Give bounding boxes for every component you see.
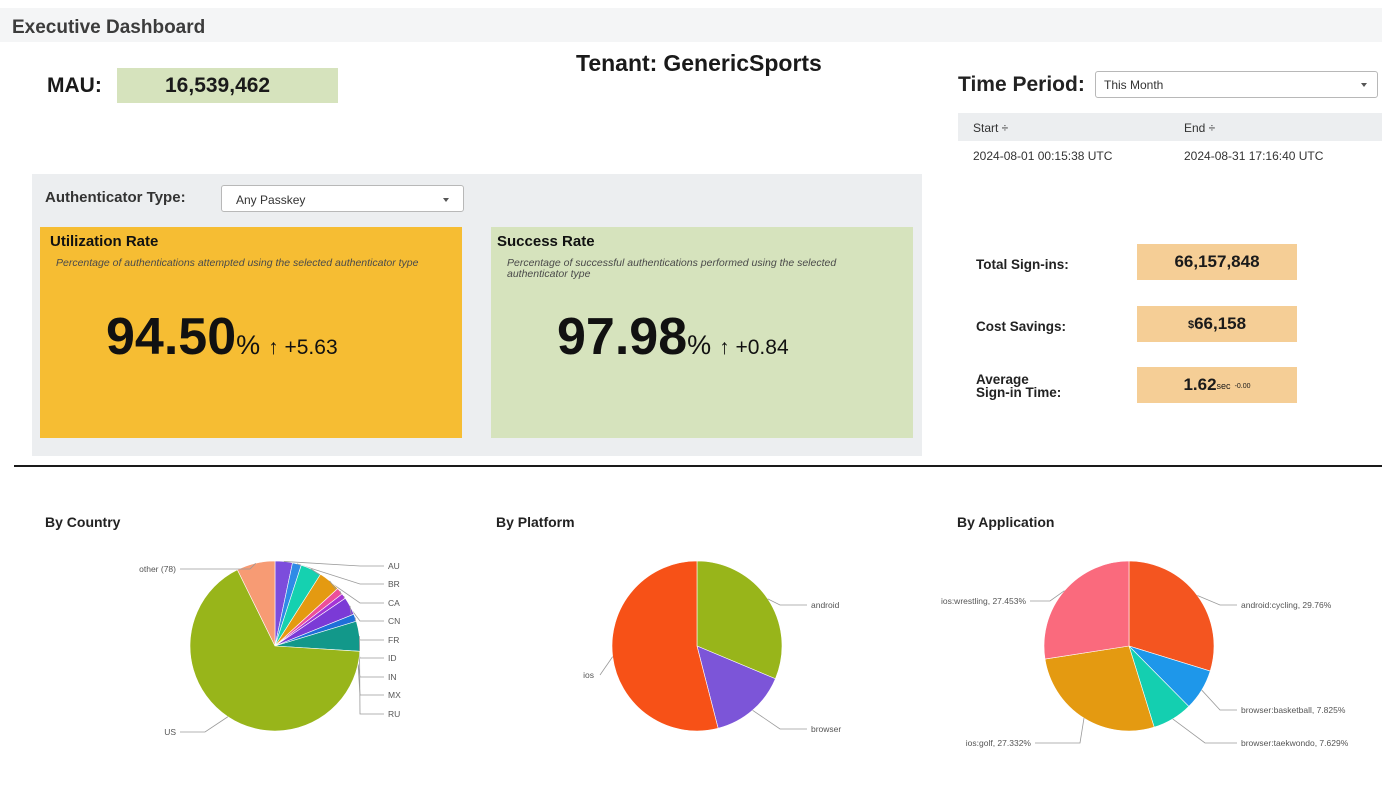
pie-label-browser: browser [811, 724, 841, 734]
leader-line-ios [599, 656, 613, 676]
success-delta: ↑ +0.84 [719, 336, 789, 359]
authenticator-type-select[interactable]: Any Passkey [221, 185, 464, 212]
pie-label-browser-taekwondo-7-629: browser:taekwondo, 7.629% [1241, 738, 1349, 748]
pie-label-other-78: other (78) [139, 564, 176, 574]
application-pie-chart: android:cycling, 29.76% browser:basketbal… [941, 560, 1349, 748]
leader-line-ios-golf-27-332 [1035, 718, 1085, 744]
success-value-row: 97.98% ↑ +0.84 [557, 307, 789, 367]
title-bar: Executive Dashboard [0, 8, 1382, 42]
tenant-label: Tenant: [576, 50, 658, 76]
pie-label-ios-wrestling-27-453: ios:wrestling, 27.453% [941, 596, 1026, 606]
cost-savings-value: 66,158 [1194, 314, 1247, 333]
chevron-down-icon [1361, 83, 1367, 87]
pie-label-in: IN [388, 672, 397, 682]
success-unit: % [687, 330, 712, 360]
utilization-rate-card: Utilization Rate Percentage of authentic… [40, 227, 462, 438]
pie-slice-ios-wrestling-27-453[interactable] [1043, 560, 1130, 660]
start-date: 2024-08-01 00:15:38 UTC [973, 149, 1113, 163]
time-period-select[interactable]: This Month [1095, 71, 1378, 98]
dashboard-title: Executive Dashboard [12, 17, 206, 38]
pie-label-android-cycling-29-76: android:cycling, 29.76% [1241, 600, 1332, 610]
utilization-value-row: 94.50% ↑ +5.63 [106, 307, 338, 367]
pie-label-br: BR [388, 579, 400, 589]
leader-line-browser [752, 709, 807, 730]
pie-label-mx: MX [388, 690, 401, 700]
end-date: 2024-08-31 17:16:40 UTC [1184, 149, 1324, 163]
section-divider [14, 465, 1382, 467]
by-application-title: By Application [957, 514, 1055, 530]
tenant-heading: Tenant: GenericSports [576, 50, 822, 77]
avg-signin-time-box: 1.62 sec -0.00 [1137, 367, 1297, 403]
leader-line-android [767, 598, 807, 606]
end-column-header[interactable]: End ÷ [1184, 121, 1215, 135]
utilization-title: Utilization Rate [50, 233, 159, 250]
avg-signin-time-label: Average Sign-in Time: [976, 373, 1062, 400]
pie-label-ru: RU [388, 709, 400, 719]
avg-signin-time-value: 1.62 [1183, 375, 1217, 394]
pie-label-ca: CA [388, 598, 400, 608]
leader-line-browser-basketball-7-825 [1201, 689, 1237, 711]
mau-value-box: 16,539,462 [117, 68, 338, 103]
utilization-description: Percentage of authentications attempted … [56, 257, 419, 269]
time-period-label: Time Period: [958, 73, 1085, 96]
success-description: Percentage of successful authentications… [507, 257, 837, 280]
chevron-down-icon [443, 198, 449, 202]
pie-label-id: ID [388, 653, 397, 663]
platform-pie-chart: android browser ios [583, 560, 841, 734]
authenticator-selected: Any Passkey [236, 193, 306, 207]
start-column-header[interactable]: Start ÷ [973, 121, 1008, 135]
leader-line-android-cycling-29-76 [1197, 595, 1237, 606]
by-country-title: By Country [45, 514, 121, 530]
utilization-value: 94.50 [106, 308, 237, 366]
pie-label-browser-basketball-7-825: browser:basketball, 7.825% [1241, 705, 1346, 715]
by-platform-title: By Platform [496, 514, 575, 530]
total-signins-label: Total Sign-ins: [976, 257, 1069, 272]
pie-label-ios-golf-27-332: ios:golf, 27.332% [966, 738, 1032, 748]
success-rate-card: Success Rate Percentage of successful au… [491, 227, 913, 438]
success-value: 97.98 [557, 308, 688, 366]
total-signins-value: 66,157,848 [1174, 252, 1260, 271]
country-pie-chart: AU BR CA CN FR ID IN MX RU US other (78) [139, 560, 401, 737]
avg-signin-time-unit: sec [1216, 381, 1231, 391]
mau-label: MAU: [47, 74, 102, 97]
mau-value: 16,539,462 [165, 73, 271, 97]
pie-label-android: android [811, 600, 840, 610]
pie-label-fr: FR [388, 635, 399, 645]
time-period-selected: This Month [1104, 78, 1164, 92]
date-table-header: Start ÷ End ÷ [958, 113, 1382, 141]
leader-line-browser-taekwondo-7-629 [1172, 718, 1237, 744]
authenticator-type-label: Authenticator Type: [45, 189, 186, 206]
success-title: Success Rate [497, 233, 595, 250]
pie-label-cn: CN [388, 616, 400, 626]
pie-label-ios: ios [583, 670, 594, 680]
avg-signin-time-label-line2: Sign-in Time: [976, 385, 1062, 400]
total-signins-box: 66,157,848 [1137, 244, 1297, 280]
tenant-name: GenericSports [663, 50, 822, 76]
utilization-delta: ↑ +5.63 [268, 336, 338, 359]
avg-signin-time-delta: -0.00 [1234, 383, 1251, 390]
leader-line-us [180, 716, 229, 733]
leader-line-ru [359, 636, 384, 715]
pie-label-us: US [164, 727, 176, 737]
pie-label-au: AU [388, 561, 400, 571]
date-table-row: 2024-08-01 00:15:38 UTC 2024-08-31 17:16… [958, 141, 1382, 169]
utilization-unit: % [236, 330, 261, 360]
cost-savings-box: $66,158 [1137, 306, 1297, 342]
cost-savings-label: Cost Savings: [976, 319, 1067, 334]
